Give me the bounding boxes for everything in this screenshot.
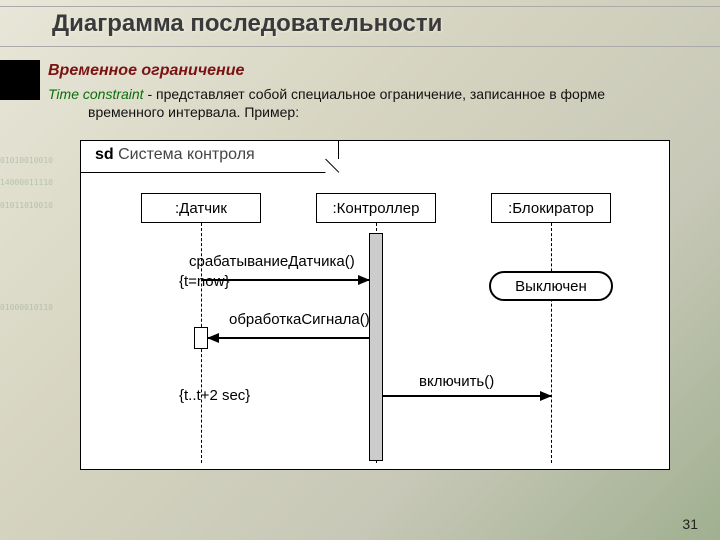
lifeline-dash-3 <box>551 223 552 463</box>
page-title: Диаграмма последовательности <box>52 10 442 38</box>
lifeline-sensor: :Датчик <box>141 193 261 223</box>
frame-label: sd Система контроля <box>81 141 339 173</box>
message-2-label: обработкаСигнала() <box>229 311 370 328</box>
message-3-arrow <box>383 395 551 397</box>
page-number: 31 <box>682 516 698 532</box>
message-1-label: срабатываниеДатчика() <box>189 253 355 270</box>
sequence-diagram: sd Система контроля :Датчик :Контроллер … <box>80 140 670 470</box>
state-off: Выключен <box>489 271 613 301</box>
desc-line2: временного интервала. Пример: <box>88 104 708 120</box>
execution-sensor <box>194 327 208 349</box>
decorative-square <box>0 60 40 100</box>
message-2-arrow <box>208 337 369 339</box>
lifeline-blocker: :Блокиратор <box>491 193 611 223</box>
constraint-2: {t..t+2 sec} <box>179 387 250 404</box>
desc-line1: - представляет собой специальное огранич… <box>144 86 605 102</box>
content: Временное ограничение Time constraint - … <box>48 62 708 120</box>
frame-name: Система контроля <box>118 146 255 163</box>
frame-kind: sd <box>95 146 114 163</box>
lifeline-controller: :Контроллер <box>316 193 436 223</box>
message-1-arrow <box>201 279 369 281</box>
message-3-label: включить() <box>419 373 494 390</box>
execution-controller <box>369 233 383 461</box>
constraint-1: {t=now} <box>179 273 229 290</box>
definition-line: Time constraint - представляет собой спе… <box>48 86 708 104</box>
term: Time constraint <box>48 86 144 102</box>
section-heading: Временное ограничение <box>48 62 708 80</box>
